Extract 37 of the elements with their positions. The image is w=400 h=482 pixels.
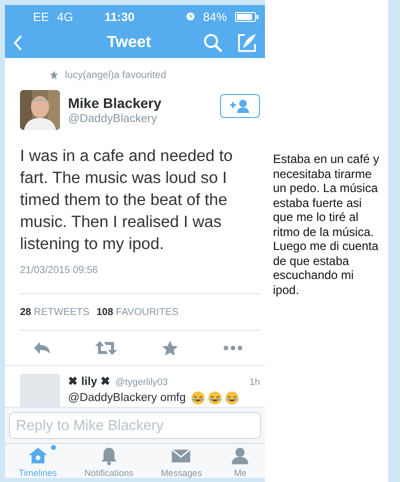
star-icon [49, 70, 59, 80]
author-handle[interactable]: @DaddyBlackery [68, 113, 212, 125]
status-time: 11:30 [103, 10, 136, 24]
reply-author-name[interactable]: ✖ lily ✖ [68, 374, 110, 388]
tweet-text: I was in a cafe and needed to fart. The music was loud so I timed them to the beat of the music. Then I realised I was listening to my ipod. [19, 146, 234, 255]
star-icon[interactable] [161, 340, 179, 356]
reply-icon[interactable] [33, 341, 51, 355]
retweet-icon[interactable] [95, 341, 117, 355]
laughing-emoji-icon [208, 391, 222, 405]
back-icon[interactable] [13, 35, 23, 51]
network-type: 4G [57, 10, 74, 24]
battery-percent: 84% [202, 10, 227, 24]
author-name[interactable]: Mike Blackery [68, 95, 212, 111]
favourited-notice: lucy(angel)a favourited [65, 70, 166, 80]
carrier-name: EE [33, 10, 50, 24]
tweet-timestamp: 21/03/2015 09:56 [19, 264, 99, 276]
more-icon[interactable] [223, 345, 243, 351]
reply-time: 1h [249, 377, 260, 388]
translation-text: Estaba en un café y necesitaba tirarme un pedo. La música estaba fuerte asi que me lo tiré al ritmo de la música. Luego me di cuenta de que estaba escuchando mi ipod. [273, 152, 380, 297]
battery-icon [235, 12, 259, 22]
follow-button[interactable] [220, 94, 260, 118]
search-icon[interactable] [203, 33, 223, 53]
reply-text: @DaddyBlackery omfg [68, 392, 186, 404]
alarm-icon [186, 12, 195, 21]
favourite-count[interactable]: 108 FAVOURITES [96, 306, 179, 318]
reply-field[interactable]: Reply to Mike Blackery [9, 412, 261, 439]
tab[interactable]: Timelines [16, 444, 59, 478]
laughing-emoji-icon [224, 391, 239, 405]
retweet-count[interactable]: 28 RETWEETS [20, 306, 90, 318]
reply-author-handle[interactable]: @tygerlily03 [115, 377, 244, 388]
tab[interactable]: Notifications [82, 444, 136, 478]
add-person-icon [229, 99, 251, 113]
laughing-emoji-icon [190, 391, 205, 405]
tab[interactable]: Me [227, 444, 254, 478]
screen-title: Tweet [106, 34, 152, 52]
compose-icon[interactable] [237, 33, 257, 53]
tab[interactable]: Messages [158, 444, 204, 478]
